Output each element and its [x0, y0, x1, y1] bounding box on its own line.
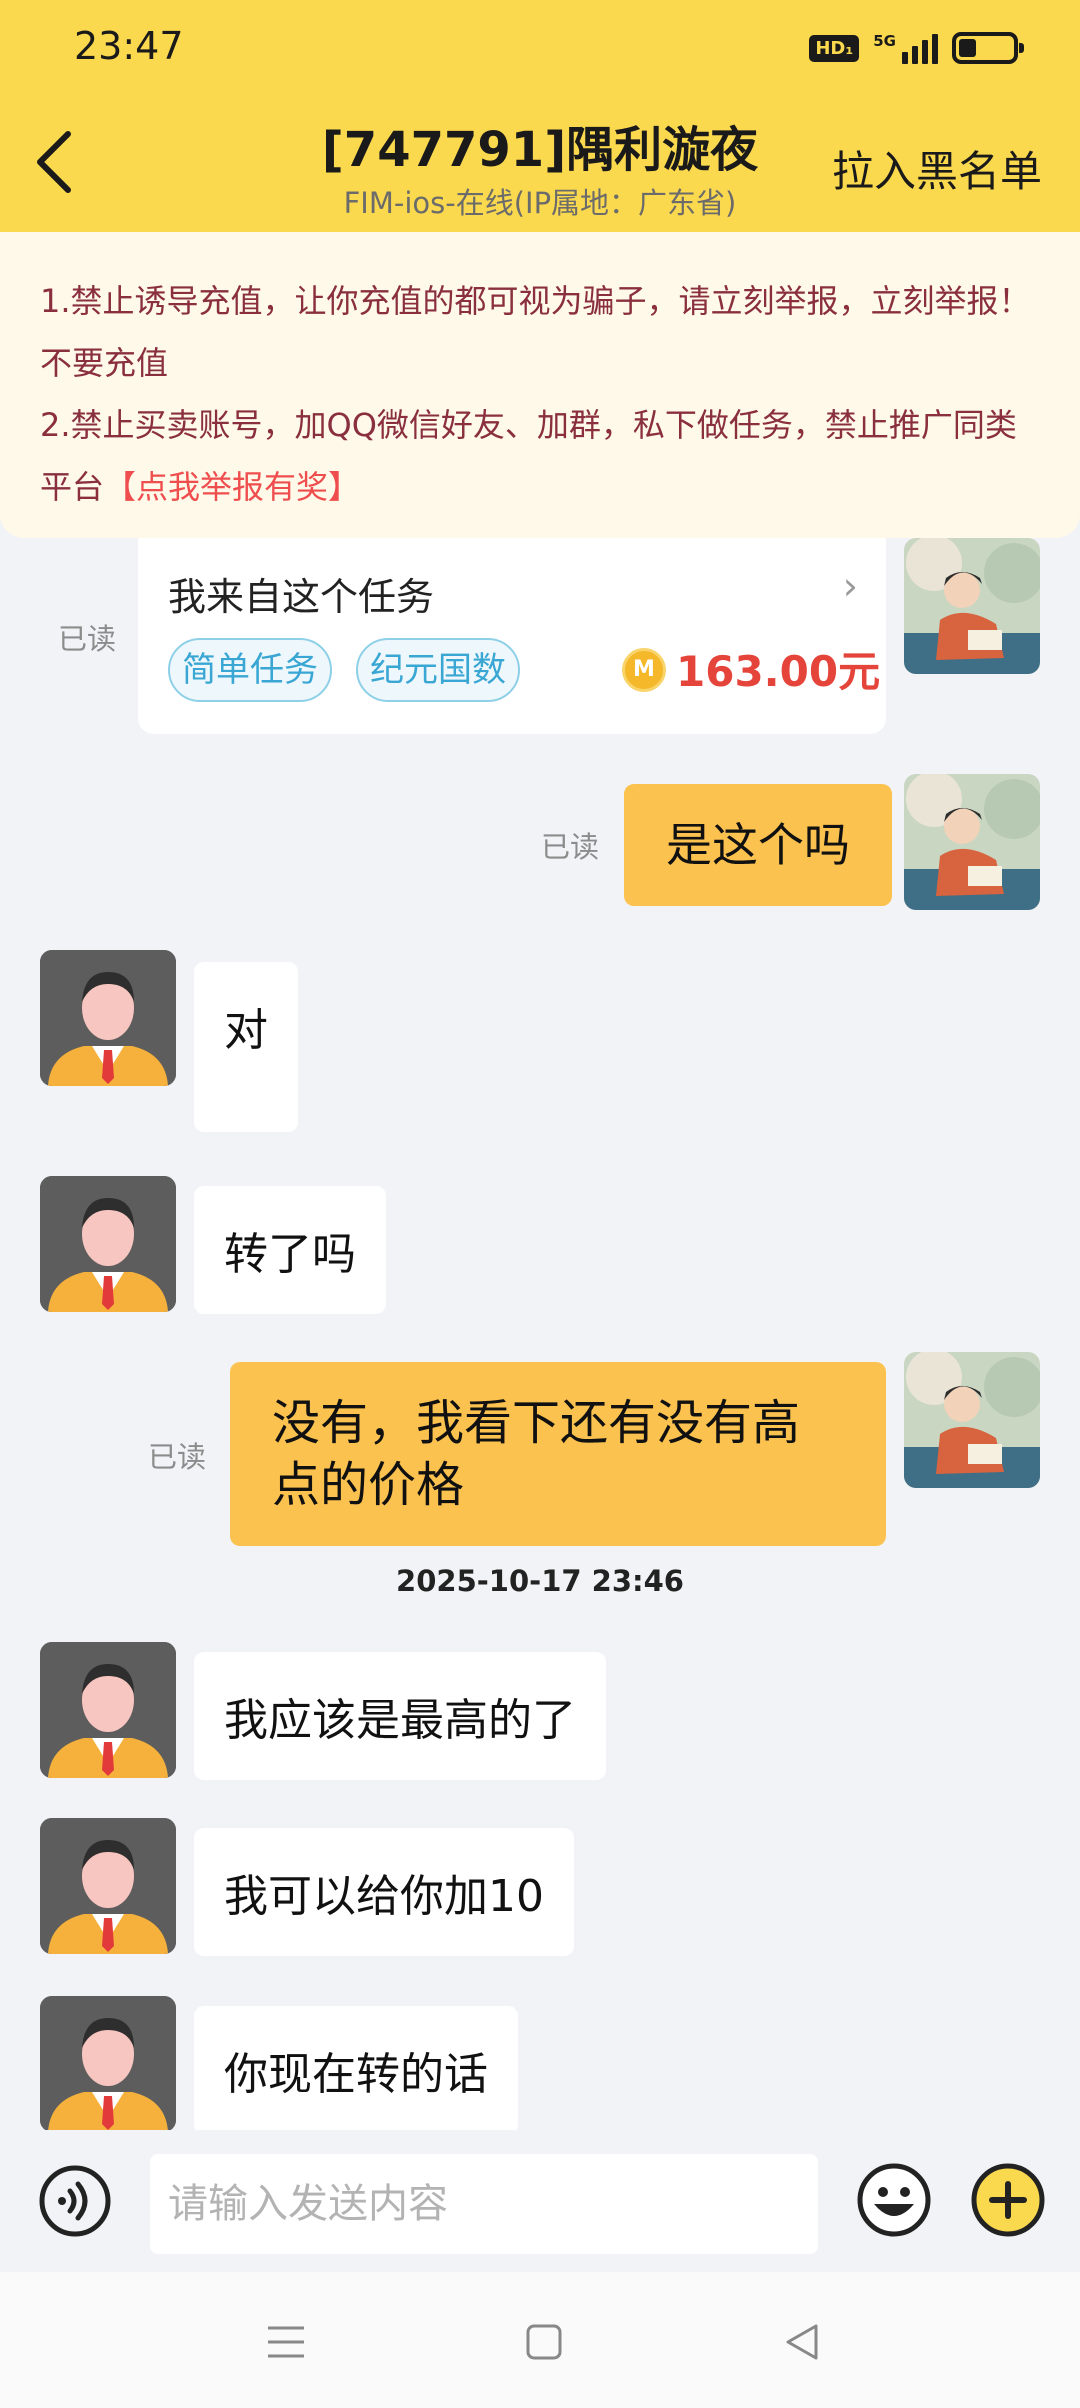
warning-notice: 1.禁止诱导充值，让你充值的都可视为骗子，请立刻举报，立刻举报！不要充值 2.禁…	[0, 232, 1080, 538]
report-link[interactable]: 【点我举报有奖】	[104, 468, 360, 506]
emoji-icon[interactable]	[856, 2162, 932, 2238]
menu-icon[interactable]	[258, 2314, 314, 2370]
plus-icon[interactable]	[970, 2162, 1046, 2238]
network-type: 5G	[873, 32, 896, 50]
my-avatar[interactable]	[904, 538, 1040, 674]
message-timestamp: 2025-10-17 23:46	[396, 1564, 684, 1598]
read-status: 已读	[148, 1440, 207, 1474]
back-nav-icon[interactable]	[774, 2314, 830, 2370]
hd-icon: HD₁	[809, 34, 860, 62]
status-icons: HD₁ 5G	[809, 28, 1024, 68]
header: 23:47 HD₁ 5G [747791]隅利漩夜 FIM-ios-在线(IP属…	[0, 0, 1080, 232]
task-card-title: 我来自这个任务	[168, 575, 435, 619]
chat-area[interactable]: 已读 我来自这个任务 › 简单任务 纪元国数 M 163.00元 已读 是这个吗…	[0, 538, 1080, 2134]
system-nav-bar	[0, 2272, 1080, 2408]
voice-icon[interactable]	[38, 2164, 112, 2238]
battery-icon	[952, 32, 1024, 64]
home-icon[interactable]	[516, 2314, 572, 2370]
contact-avatar[interactable]	[40, 1176, 176, 1312]
chevron-right-icon: ›	[842, 564, 858, 608]
task-price: 163.00元	[676, 647, 881, 696]
message-bubble-received[interactable]: 我可以给你加10	[194, 1828, 574, 1956]
contact-avatar[interactable]	[40, 950, 176, 1086]
message-input[interactable]	[150, 2154, 818, 2254]
message-bubble-sent[interactable]: 没有，我看下还有没有高点的价格	[230, 1362, 886, 1546]
task-tag: 纪元国数	[356, 638, 520, 702]
contact-avatar[interactable]	[40, 1818, 176, 1954]
message-bubble-received[interactable]: 对	[194, 962, 298, 1132]
message-bubble-received[interactable]: 你现在转的话	[194, 2006, 518, 2134]
notice-line-2: 2.禁止买卖账号，加QQ微信好友、加群，私下做任务，禁止推广同类平台【点我举报有…	[40, 394, 1040, 518]
message-bubble-sent[interactable]: 是这个吗	[624, 784, 892, 906]
status-time: 23:47	[74, 24, 184, 68]
task-card[interactable]: 我来自这个任务 › 简单任务 纪元国数 M 163.00元	[138, 538, 886, 734]
notice-line-1: 1.禁止诱导充值，让你充值的都可视为骗子，请立刻举报，立刻举报！不要充值	[40, 282, 1031, 382]
my-avatar[interactable]	[904, 1352, 1040, 1488]
coin-icon: M	[622, 648, 666, 692]
my-avatar[interactable]	[904, 774, 1040, 910]
message-bubble-received[interactable]: 转了吗	[194, 1186, 386, 1314]
task-tag: 简单任务	[168, 638, 332, 702]
read-status: 已读	[58, 622, 117, 656]
input-bar	[0, 2130, 1080, 2272]
blacklist-button[interactable]: 拉入黑名单	[832, 138, 1042, 199]
read-status: 已读	[541, 830, 600, 864]
contact-avatar[interactable]	[40, 1642, 176, 1778]
signal-icon: 5G	[873, 32, 938, 64]
contact-avatar[interactable]	[40, 1996, 176, 2132]
message-bubble-received[interactable]: 我应该是最高的了	[194, 1652, 606, 1780]
